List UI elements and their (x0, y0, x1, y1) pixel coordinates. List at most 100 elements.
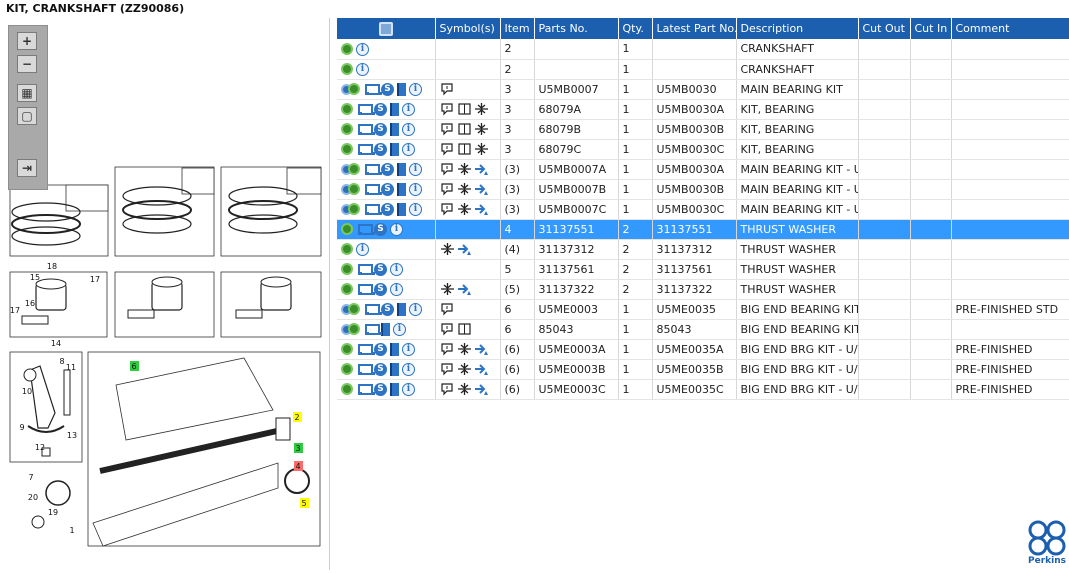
header-cut-in[interactable]: Cut In (910, 18, 952, 39)
table-row[interactable]: i 6 85043 1 85043 BIG END BEARING KIT (337, 319, 1069, 340)
s-icon[interactable]: S (374, 342, 387, 356)
book-icon[interactable] (397, 302, 406, 316)
gear-icon[interactable] (341, 383, 353, 396)
cart-icon[interactable] (356, 383, 375, 396)
cart-icon[interactable] (363, 163, 382, 176)
table-row[interactable]: Si 4 31137551 2 31137551 THRUST WASHER (337, 219, 1069, 240)
gear-icon[interactable] (348, 303, 360, 316)
callout-label[interactable]: 4 (295, 462, 300, 471)
header-cut-out[interactable]: Cut Out (858, 18, 911, 39)
callout-label[interactable]: 18 (47, 262, 57, 271)
header-description[interactable]: Description (736, 18, 859, 39)
info-icon[interactable]: i (390, 222, 403, 236)
gear-icon[interactable] (341, 143, 353, 156)
exploded-diagram[interactable]: 181516171714811109131272019162345 (0, 18, 330, 570)
gears-group[interactable] (341, 302, 363, 316)
s-icon[interactable]: S (374, 142, 387, 156)
info-icon[interactable]: i (409, 182, 422, 196)
info-icon[interactable]: i (356, 242, 369, 256)
illustration-pane[interactable]: 18 15 16 17 17 14 8 11 10 9 13 12 7 20 19 1 6 2 3 4 5 + − ▦ … (0, 18, 330, 570)
s-icon[interactable]: S (374, 222, 387, 236)
callout-label[interactable]: 5 (301, 499, 306, 508)
s-icon[interactable]: S (374, 382, 387, 396)
book-icon[interactable] (390, 362, 399, 376)
gear-icon[interactable] (348, 163, 360, 176)
gear-icon[interactable] (348, 203, 360, 216)
cart-icon[interactable] (363, 323, 382, 336)
callout-label[interactable]: 13 (67, 431, 77, 440)
export-button[interactable]: ⇥ (17, 159, 37, 177)
cart-icon[interactable] (363, 203, 382, 216)
header-find[interactable] (337, 18, 436, 39)
info-icon[interactable]: i (356, 62, 369, 76)
callout-label[interactable]: 1 (69, 526, 74, 535)
gears-group[interactable] (341, 162, 363, 176)
info-icon[interactable]: i (409, 202, 422, 216)
book-icon[interactable] (390, 142, 399, 156)
table-row[interactable]: Si (6) U5ME0003B 1 U5ME0035B BIG END BRG KIT … (337, 359, 1069, 380)
fit-view-button[interactable]: ▦ (17, 84, 37, 102)
gear-icon[interactable] (348, 323, 360, 336)
s-icon[interactable]: S (381, 82, 394, 96)
table-row[interactable]: Si (3) U5MB0007A 1 U5MB0030A MAIN BEARING KIT… (337, 159, 1069, 180)
table-row[interactable]: i 2 1 CRANKSHAFT (337, 59, 1069, 80)
callout-label[interactable]: 7 (28, 473, 33, 482)
frame-button[interactable]: ▢ (17, 107, 37, 125)
table-row[interactable]: Si 3 68079B 1 U5MB0030B KIT, BEARING (337, 119, 1069, 140)
zoom-in-button[interactable]: + (17, 32, 37, 50)
callout-label[interactable]: 3 (295, 444, 300, 453)
gear-icon[interactable] (341, 363, 353, 376)
table-row[interactable]: Si (3) U5MB0007B 1 U5MB0030B MAIN BEARING KIT… (337, 179, 1069, 200)
book-icon[interactable] (397, 182, 406, 196)
s-icon[interactable]: S (381, 202, 394, 216)
table-row[interactable]: i (4) 31137312 2 31137312 THRUST WASHER (337, 239, 1069, 260)
callout-label[interactable]: 2 (294, 413, 299, 422)
callout-label[interactable]: 17 (10, 306, 20, 315)
table-row[interactable]: Si 3 U5MB0007 1 U5MB0030 MAIN BEARING KIT (337, 79, 1069, 100)
gear-icon[interactable] (348, 183, 360, 196)
cart-icon[interactable] (363, 83, 382, 96)
s-icon[interactable]: S (374, 362, 387, 376)
info-icon[interactable]: i (409, 162, 422, 176)
s-icon[interactable]: S (381, 302, 394, 316)
book-icon[interactable] (390, 382, 399, 396)
header-latest-part-no[interactable]: Latest Part No. (652, 18, 737, 39)
table-row[interactable]: Si 3 68079C 1 U5MB0030C KIT, BEARING (337, 139, 1069, 160)
gear-icon[interactable] (341, 243, 353, 256)
cart-icon[interactable] (356, 223, 375, 236)
cart-icon[interactable] (356, 283, 375, 296)
callout-label[interactable]: 9 (19, 423, 24, 432)
info-icon[interactable]: i (409, 302, 422, 316)
s-icon[interactable]: S (374, 122, 387, 136)
s-icon[interactable]: S (374, 262, 387, 276)
callout-label[interactable]: 10 (22, 387, 32, 396)
table-row[interactable]: Si 6 U5ME0003 1 U5ME0035 BIG END BEARING KIT P… (337, 299, 1069, 320)
gears-group[interactable] (341, 182, 363, 196)
cart-icon[interactable] (363, 303, 382, 316)
gear-icon[interactable] (341, 103, 353, 116)
header-symbols[interactable]: Symbol(s) (435, 18, 501, 39)
gear-icon[interactable] (341, 63, 353, 76)
table-row[interactable]: Si (3) U5MB0007C 1 U5MB0030C MAIN BEARING KIT… (337, 199, 1069, 220)
header-parts-no[interactable]: Parts No. (534, 18, 619, 39)
gears-group[interactable] (341, 322, 363, 336)
cart-icon[interactable] (356, 103, 375, 116)
cart-icon[interactable] (363, 183, 382, 196)
gear-icon[interactable] (341, 43, 353, 55)
s-icon[interactable]: S (381, 182, 394, 196)
header-comment[interactable]: Comment (951, 18, 1069, 39)
gear-icon[interactable] (341, 223, 353, 236)
cart-icon[interactable] (356, 343, 375, 356)
book-icon[interactable] (397, 82, 406, 96)
table-row[interactable]: Si (6) U5ME0003C 1 U5ME0035C BIG END BRG KIT … (337, 379, 1069, 400)
gear-icon[interactable] (341, 123, 353, 136)
header-qty[interactable]: Qty. (618, 18, 653, 39)
table-row[interactable]: Si (5) 31137322 2 31137322 THRUST WASHER (337, 279, 1069, 300)
info-icon[interactable]: i (356, 42, 369, 56)
s-icon[interactable]: S (374, 282, 387, 296)
cart-icon[interactable] (356, 363, 375, 376)
cart-icon[interactable] (356, 263, 375, 276)
book-icon[interactable] (397, 162, 406, 176)
callout-label[interactable]: 19 (48, 508, 58, 517)
s-icon[interactable]: S (374, 102, 387, 116)
